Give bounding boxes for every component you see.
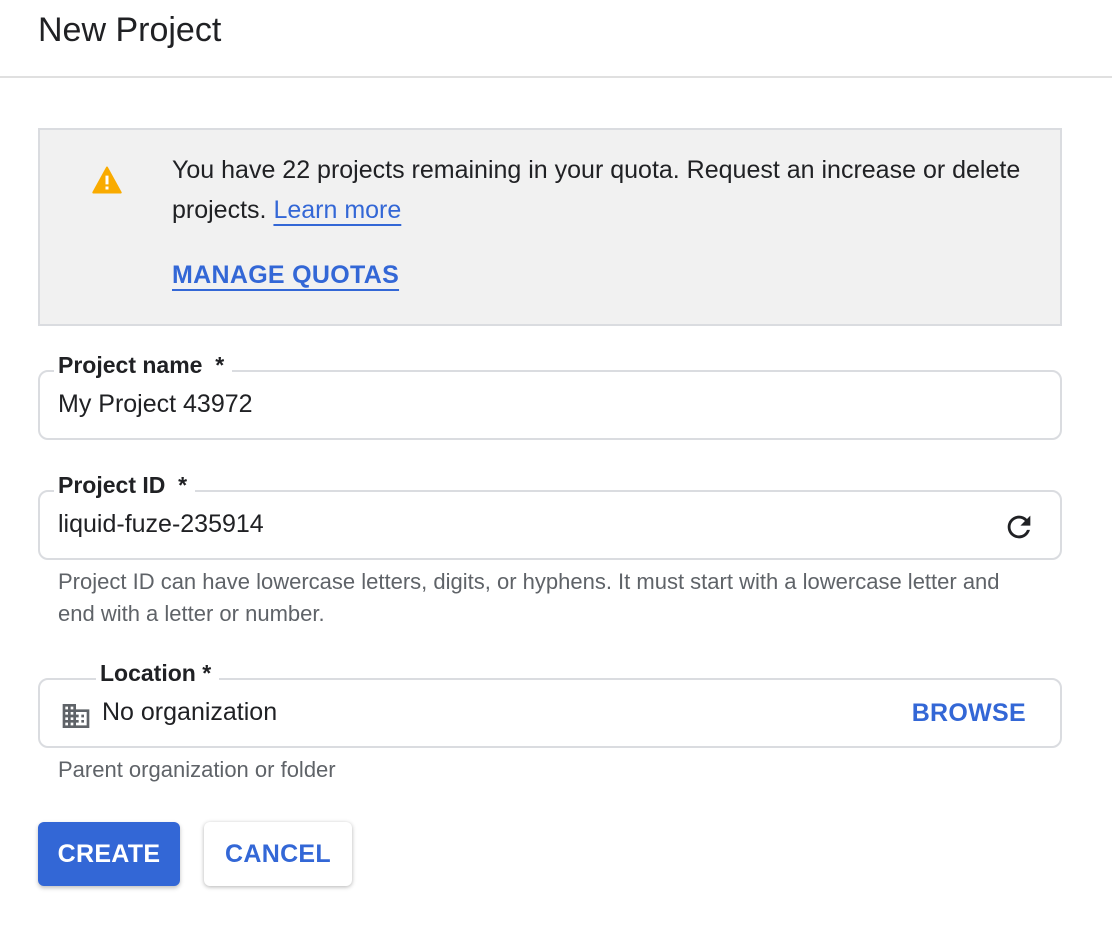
manage-quotas-link[interactable]: MANAGE QUOTAS: [172, 258, 399, 292]
quota-message: You have 22 projects remaining in your q…: [172, 150, 1032, 230]
required-marker: *: [202, 660, 212, 686]
location-label: Location *: [96, 658, 220, 688]
learn-more-link[interactable]: Learn more: [273, 196, 401, 224]
project-name-field[interactable]: Project name * My Project 43972: [38, 350, 1062, 440]
project-name-label-text: Project name: [58, 352, 203, 378]
browse-button[interactable]: BROWSE: [912, 696, 1026, 730]
cancel-button[interactable]: CANCEL: [204, 822, 352, 886]
required-marker: *: [178, 472, 188, 498]
location-label-text: Location: [100, 660, 196, 686]
location-value: No organization: [102, 698, 278, 726]
project-id-input[interactable]: liquid-fuze-235914: [58, 506, 264, 542]
warning-icon: [92, 166, 122, 194]
quota-notice: You have 22 projects remaining in your q…: [38, 128, 1062, 326]
project-id-field[interactable]: Project ID * liquid-fuze-235914: [38, 470, 1062, 560]
location-field[interactable]: Location * No organization BROWSE: [38, 658, 1062, 748]
building-icon: [62, 704, 90, 728]
page-header: New Project: [0, 0, 1112, 78]
required-marker: *: [215, 352, 225, 378]
location-helper: Parent organization or folder: [58, 757, 336, 782]
project-id-helper: Project ID can have lowercase letters, d…: [58, 569, 1000, 626]
project-id-label-text: Project ID: [58, 472, 166, 498]
project-id-label: Project ID *: [54, 470, 196, 500]
refresh-icon[interactable]: [1002, 510, 1036, 544]
page-title: New Project: [38, 11, 222, 49]
new-project-page: New Project You have 22 projects remaini…: [0, 0, 1112, 940]
create-button[interactable]: CREATE: [38, 822, 180, 886]
project-name-label: Project name *: [54, 350, 233, 380]
project-name-input[interactable]: My Project 43972: [58, 386, 253, 422]
